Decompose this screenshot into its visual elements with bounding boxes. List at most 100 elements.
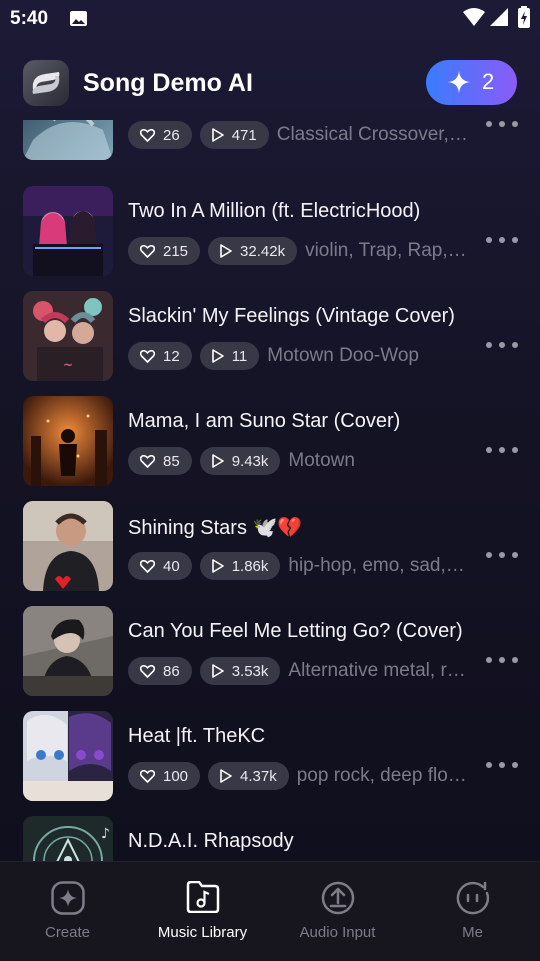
song-genre: pop rock, deep flow, rap	[296, 765, 468, 786]
music-folder-icon	[186, 881, 219, 913]
credits-button[interactable]: 2	[426, 60, 517, 105]
bottom-navigation: Create Music Library Audio Input Me	[0, 861, 540, 961]
song-cover-image[interactable]	[23, 501, 113, 591]
play-button[interactable]: 11	[199, 342, 260, 370]
heart-icon	[140, 349, 155, 363]
song-cover-image[interactable]	[23, 186, 113, 276]
heart-icon	[140, 559, 155, 573]
song-title: Heat |ft. TheKC	[128, 725, 266, 747]
song-meta: 100 4.37k pop rock, deep flow, rap	[128, 761, 468, 791]
song-cover-image[interactable]	[23, 711, 113, 801]
smiley-face-icon	[456, 881, 489, 915]
more-options-icon[interactable]	[484, 337, 520, 353]
nav-me[interactable]: Me	[405, 862, 540, 961]
song-item[interactable]: Two In A Million (ft. ElectricHood) 215 …	[0, 186, 540, 291]
song-item[interactable]: Heat |ft. TheKC 100 4.37k pop rock, deep…	[0, 711, 540, 816]
app-title: Song Demo AI	[83, 69, 253, 97]
more-options-icon[interactable]	[484, 652, 520, 668]
like-count: 100	[163, 767, 189, 785]
play-button[interactable]: 4.37k	[208, 762, 289, 790]
play-count: 11	[231, 347, 248, 365]
song-cover-image[interactable]	[23, 606, 113, 696]
svg-text:♪: ♪	[101, 826, 110, 842]
like-count: 215	[163, 242, 189, 260]
more-options-icon[interactable]	[484, 442, 520, 458]
song-title: Shining Stars 🕊️💔	[128, 517, 303, 539]
photo-icon	[70, 11, 87, 26]
song-title: Two In A Million (ft. ElectricHood)	[128, 200, 421, 222]
song-cover-image[interactable]	[23, 396, 113, 486]
credits-count: 2	[482, 69, 495, 94]
play-button[interactable]: 3.53k	[199, 657, 281, 685]
song-genre: Alternative metal, rock	[288, 660, 468, 681]
song-meta: 86 3.53k Alternative metal, rock	[128, 656, 468, 686]
song-genre: Motown	[288, 450, 355, 471]
more-options-icon[interactable]	[484, 120, 520, 132]
like-count: 12	[163, 347, 180, 365]
like-button[interactable]: 12	[128, 342, 192, 370]
play-button[interactable]: 471	[199, 121, 269, 149]
play-count: 3.53k	[231, 662, 269, 680]
play-button[interactable]: 1.86k	[199, 552, 281, 580]
song-item[interactable]: Can You Feel Me Letting Go? (Cover) 86 3…	[0, 606, 540, 711]
nav-label: Me	[462, 924, 483, 941]
like-button[interactable]: 100	[128, 762, 201, 790]
song-meta: 40 1.86k hip-hop, emo, sad, melodic	[128, 551, 468, 581]
like-button[interactable]: 26	[128, 121, 192, 149]
app-logo	[23, 60, 69, 106]
like-button[interactable]: 86	[128, 657, 192, 685]
battery-icon	[518, 6, 530, 28]
play-count: 471	[231, 126, 257, 144]
more-options-icon[interactable]	[484, 757, 520, 773]
upload-icon	[321, 881, 354, 915]
sparkle-icon	[50, 881, 85, 915]
like-button[interactable]: 40	[128, 552, 192, 580]
play-button[interactable]: 9.43k	[199, 447, 281, 475]
like-button[interactable]: 215	[128, 237, 201, 265]
like-count: 40	[163, 557, 180, 575]
song-cover-image[interactable]: ♪	[23, 816, 113, 861]
song-meta: 12 11 Motown Doo-Wop	[128, 341, 468, 371]
play-icon	[211, 349, 224, 363]
nav-audio-input[interactable]: Audio Input	[270, 862, 405, 961]
song-item[interactable]: ♪ N.D.A.I. Rhapsody	[0, 816, 540, 861]
play-button[interactable]: 32.42k	[208, 237, 298, 265]
nav-label: Audio Input	[299, 924, 376, 941]
nav-create[interactable]: Create	[0, 862, 135, 961]
song-item[interactable]: Mama, I am Suno Star (Cover) 85 9.43k Mo…	[0, 396, 540, 501]
more-options-icon[interactable]	[484, 232, 520, 248]
song-cover-image[interactable]	[23, 120, 113, 160]
like-button[interactable]: 85	[128, 447, 192, 475]
heart-icon	[140, 128, 155, 142]
song-item[interactable]: Shining Stars 🕊️💔 40 1.86k hip-hop, emo,…	[0, 501, 540, 606]
app-header: Song Demo AI 2	[0, 56, 540, 112]
song-meta: 85 9.43k Motown	[128, 446, 468, 476]
nav-label: Music Library	[157, 924, 248, 941]
heart-icon	[140, 769, 155, 783]
status-time: 5:40	[10, 8, 49, 29]
play-count: 4.37k	[240, 767, 277, 785]
nav-music-library[interactable]: Music Library	[135, 862, 270, 961]
play-icon	[211, 454, 224, 468]
song-genre: hip-hop, emo, sad, melodic	[288, 555, 468, 576]
more-options-icon[interactable]	[484, 547, 520, 563]
song-title: Slackin' My Feelings (Vintage Cover)	[128, 305, 455, 327]
play-icon	[211, 128, 224, 142]
song-genre: violin, Trap, Rap, Hip-hop	[305, 240, 468, 261]
play-icon	[211, 559, 224, 573]
song-item[interactable]: ~ Slackin' My Feelings (Vintage Cover) 1…	[0, 291, 540, 396]
play-count: 32.42k	[240, 242, 286, 260]
like-count: 26	[163, 126, 180, 144]
cellular-signal-icon	[490, 8, 508, 26]
song-item[interactable]: 26 471 Classical Crossover, Cinematic	[0, 120, 540, 175]
play-icon	[220, 244, 232, 258]
song-title: Can You Feel Me Letting Go? (Cover)	[128, 620, 463, 642]
heart-icon	[140, 244, 155, 258]
song-genre: Classical Crossover, Cinematic	[276, 124, 468, 145]
song-cover-image[interactable]: ~	[23, 291, 113, 381]
play-icon	[220, 769, 232, 783]
song-title: N.D.A.I. Rhapsody	[128, 830, 294, 852]
song-meta: 215 32.42k violin, Trap, Rap, Hip-hop	[128, 236, 468, 266]
song-meta: 26 471 Classical Crossover, Cinematic	[128, 120, 468, 150]
song-list[interactable]: 26 471 Classical Crossover, Cinematic	[0, 120, 540, 861]
